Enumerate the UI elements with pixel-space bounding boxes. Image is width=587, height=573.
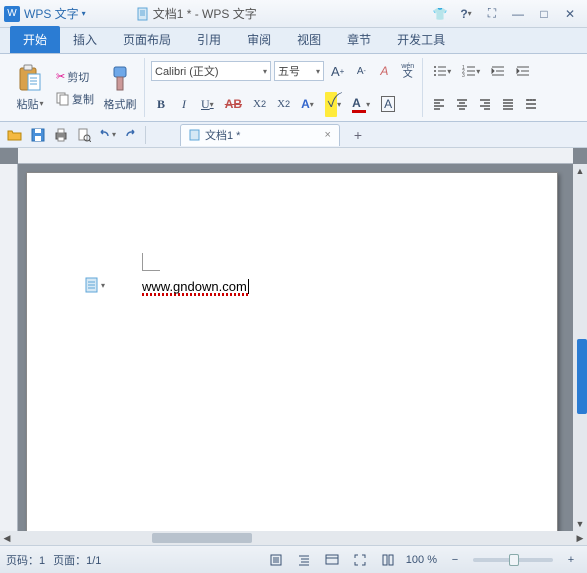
text-effects-button[interactable]: A▾ [297,93,318,115]
zoom-level[interactable]: 100 % [406,554,437,566]
margin-guide-icon [142,253,160,271]
title-bar: W WPS 文字 ▾ 文档1 * - WPS 文字 👕 ?▾ ⛶ — □ ✕ [0,0,587,28]
fullscreen-button[interactable] [350,550,370,570]
subscript-button[interactable]: X2 [273,93,294,115]
close-button[interactable]: ✕ [557,3,583,25]
new-tab-button[interactable]: + [347,125,369,145]
zoom-panel-button[interactable] [378,550,398,570]
copy-button[interactable]: 复制 [54,90,96,108]
view-print-layout-button[interactable] [266,550,286,570]
tab-chapter[interactable]: 章节 [334,26,384,53]
horizontal-scrollbar[interactable]: ◀ ▶ [0,531,587,545]
char-border-button[interactable]: A [377,93,399,115]
page-count-label: 页面：1/1 [53,552,101,568]
grow-font-button[interactable]: A+ [327,60,348,82]
page[interactable]: ▾ www.gndown.com [26,172,558,531]
underline-button[interactable]: U▾ [197,93,218,115]
tab-devtools[interactable]: 开发工具 [384,26,458,53]
document-content[interactable]: www.gndown.com [142,279,249,296]
horizontal-scroll-thumb[interactable] [152,533,252,543]
zoom-slider-knob[interactable] [509,554,519,566]
strikethrough-button[interactable]: AB [221,93,246,115]
tab-references[interactable]: 引用 [184,26,234,53]
text-cursor [248,279,249,294]
vertical-ruler[interactable] [0,164,18,531]
help-icon[interactable]: ?▾ [453,3,479,25]
zoom-slider[interactable] [473,558,553,562]
print-button[interactable] [50,125,72,145]
align-justify-button[interactable] [498,93,518,115]
tab-review[interactable]: 审阅 [234,26,284,53]
zoom-in-button[interactable]: + [561,550,581,570]
superscript-button[interactable]: X2 [249,93,270,115]
view-outline-button[interactable] [294,550,314,570]
font-group: Calibri (正文)▾ 五号▾ A+ A- A wén文 B I U▾ AB… [147,58,423,117]
tab-start[interactable]: 开始 [10,26,60,53]
scroll-left-icon[interactable]: ◀ [0,531,14,545]
zoom-out-button[interactable]: − [445,550,465,570]
print-preview-button[interactable] [73,125,95,145]
minimize-button[interactable]: — [505,3,531,25]
format-painter-label: 格式刷 [104,96,137,112]
undo-button[interactable]: ▾ [96,125,118,145]
increase-indent-button[interactable] [512,60,534,82]
clear-format-button[interactable]: A [374,60,394,82]
scroll-down-icon[interactable]: ▼ [573,517,587,531]
open-button[interactable] [4,125,26,145]
section-indicator-icon[interactable]: ▾ [85,277,105,293]
skin-icon[interactable]: 👕 [427,3,453,25]
tab-view[interactable]: 视图 [284,26,334,53]
shrink-font-button[interactable]: A- [351,60,371,82]
app-menu-caret-icon[interactable]: ▾ [82,9,86,18]
scroll-up-icon[interactable]: ▲ [573,164,587,178]
save-button[interactable] [27,125,49,145]
quick-access-toolbar: ▾ 文档1 * × + [0,122,587,148]
app-logo-icon: W [4,6,20,22]
format-painter-button[interactable]: 格式刷 [100,59,140,117]
ribbon: 粘贴▾ ✂剪切 复制 格式刷 Calibri (正文)▾ 五号▾ A+ A- A… [0,54,587,122]
close-tab-icon[interactable]: × [324,129,330,141]
number-list-button[interactable]: 123▾ [458,60,484,82]
vertical-scroll-thumb[interactable] [577,339,587,414]
expand-icon[interactable]: ⛶ [479,3,505,25]
bold-button[interactable]: B [151,93,171,115]
status-bar: 页码：1 页面：1/1 100 % − + [0,545,587,573]
document-icon [136,7,150,21]
tab-page-layout[interactable]: 页面布局 [110,26,184,53]
paragraph-group: ▾ 123▾ [425,58,545,117]
document-tab-label: 文档1 * [205,127,240,143]
redo-button[interactable] [119,125,141,145]
horizontal-ruler[interactable] [18,148,573,164]
scroll-right-icon[interactable]: ▶ [573,531,587,545]
font-size-select[interactable]: 五号▾ [274,61,324,81]
titlebar-doc-text: 文档1 * - WPS 文字 [153,5,257,22]
vertical-scrollbar[interactable]: ▲ ▼ [573,164,587,531]
align-left-button[interactable] [429,93,449,115]
distribute-button[interactable] [521,93,541,115]
maximize-button[interactable]: □ [531,3,557,25]
document-tab[interactable]: 文档1 * × [180,124,340,146]
app-name: WPS 文字 [24,5,79,22]
page-number-label: 页码：1 [6,552,45,568]
align-right-button[interactable] [475,93,495,115]
font-color-button[interactable]: A▾ [348,93,374,115]
decrease-indent-button[interactable] [487,60,509,82]
italic-button[interactable]: I [174,93,194,115]
paste-button[interactable]: 粘贴▾ [10,59,50,117]
typed-text: www.gndown.com [142,279,247,294]
highlight-button[interactable]: ꪜ▾ [321,93,345,115]
font-name-select[interactable]: Calibri (正文)▾ [151,61,271,81]
titlebar-doc-title: 文档1 * - WPS 文字 [136,5,257,22]
tab-insert[interactable]: 插入 [60,26,110,53]
workspace: ▾ www.gndown.com ▲ ▼ [0,148,587,531]
svg-text:3: 3 [462,73,465,77]
ribbon-tabs: 开始 插入 页面布局 引用 审阅 视图 章节 开发工具 [0,28,587,54]
cut-button[interactable]: ✂剪切 [54,68,96,86]
align-center-button[interactable] [452,93,472,115]
clipboard-group: 粘贴▾ ✂剪切 复制 格式刷 [6,58,145,117]
bullet-list-button[interactable]: ▾ [429,60,455,82]
view-web-button[interactable] [322,550,342,570]
paste-label: 粘贴 [16,96,38,112]
phonetic-guide-button[interactable]: wén文 [397,60,418,82]
